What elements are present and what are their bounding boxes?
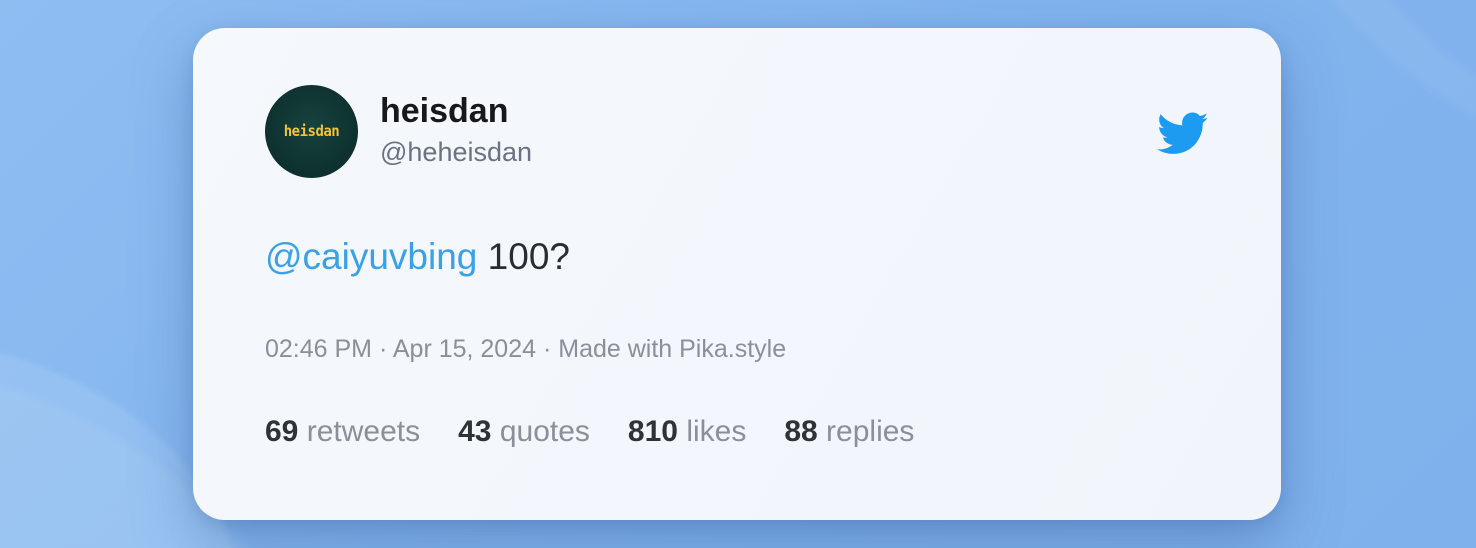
stat-quotes[interactable]: 43 quotes (458, 413, 590, 451)
avatar[interactable]: heisdan (265, 85, 358, 178)
avatar-logo-text: heisdan (283, 123, 340, 140)
stat-value: 69 (265, 415, 299, 448)
stat-value: 810 (627, 415, 678, 448)
tweet-source[interactable]: Made with Pika.style (558, 335, 786, 363)
stat-label: likes (686, 415, 747, 448)
stat-label: retweets (306, 415, 421, 448)
meta-separator: · (536, 335, 559, 363)
stat-value: 88 (784, 415, 818, 448)
tweet-meta: 02:46 PM · Apr 15, 2024 · Made with Pika… (265, 333, 786, 365)
tweet-time: 02:46 PM (265, 335, 373, 363)
user-handle[interactable]: @heheisdan (380, 136, 532, 168)
tweet-text: @caiyuvbing 100? (265, 234, 570, 280)
stat-value: 43 (458, 415, 492, 448)
twitter-bird-icon (1157, 112, 1209, 154)
meta-separator: · (372, 335, 393, 363)
tweet-card: heisdan heisdan @heheisdan @caiyuvbing 1… (193, 28, 1281, 520)
stat-label: quotes (499, 415, 590, 448)
stat-label: replies (826, 415, 915, 448)
tweet-body: 100? (477, 236, 570, 277)
tweet-date: Apr 15, 2024 (392, 335, 537, 363)
mention-link[interactable]: @caiyuvbing (265, 236, 477, 277)
display-name[interactable]: heisdan (380, 91, 508, 131)
stat-retweets[interactable]: 69 retweets (265, 413, 420, 451)
stat-replies[interactable]: 88 replies (784, 413, 914, 451)
tweet-stats: 69 retweets 43 quotes 810 likes 88 repli… (265, 413, 914, 451)
stat-likes[interactable]: 810 likes (628, 413, 746, 451)
